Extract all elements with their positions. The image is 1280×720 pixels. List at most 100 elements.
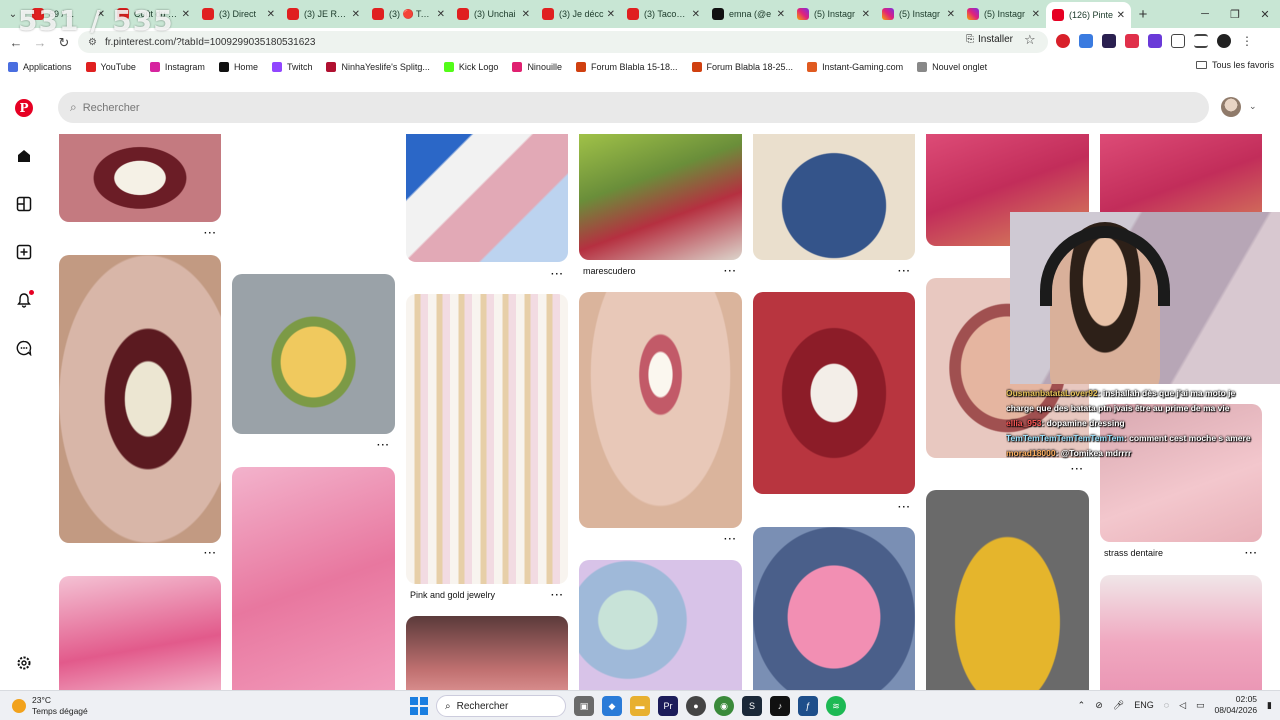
browser-tab[interactable]: (5) Instagr ✕: [961, 0, 1046, 28]
install-app-button[interactable]: ⎘ Installer: [958, 30, 1021, 48]
close-tab-icon[interactable]: ✕: [1032, 9, 1040, 20]
close-tab-icon[interactable]: ✕: [777, 9, 785, 20]
bookmark-item[interactable]: Instagram: [149, 62, 205, 72]
browser-tab[interactable]: (3) Je décc ✕: [536, 0, 621, 28]
restore-icon[interactable]: ❐: [1220, 8, 1250, 21]
browser-tab[interactable]: (5) Instagr ✕: [876, 0, 961, 28]
bookmark-item[interactable]: Applications: [8, 62, 72, 72]
back-arrow-icon[interactable]: ←: [4, 35, 28, 50]
browser-tab[interactable]: (3) 🔴 Taco ✕: [366, 0, 451, 28]
minimize-icon[interactable]: ─: [1190, 8, 1220, 20]
extension-icon[interactable]: [1102, 34, 1116, 48]
close-tab-icon[interactable]: ✕: [607, 9, 615, 20]
bookmark-item[interactable]: YouTube: [85, 62, 136, 72]
pin-image[interactable]: [59, 576, 221, 690]
bookmark-item[interactable]: Twitch: [271, 62, 312, 72]
pinterest-search-input[interactable]: ⌕ Rechercher: [58, 92, 1209, 123]
language-indicator[interactable]: ENG: [1134, 700, 1154, 710]
pin-image[interactable]: [406, 134, 568, 262]
weather-widget[interactable]: 23°C Temps dégagé: [12, 695, 88, 717]
network-icon[interactable]: ◌: [1164, 700, 1169, 710]
vpn-shield-icon[interactable]: [1148, 34, 1162, 48]
reading-list-icon[interactable]: [1194, 34, 1208, 48]
windows-start-icon[interactable]: [410, 697, 428, 715]
close-tab-icon[interactable]: ✕: [182, 9, 190, 20]
browser-tab[interactable]: (3) JE RÉPO✕: [281, 0, 366, 28]
bookmark-item[interactable]: Forum Blabla 18-25...: [691, 62, 793, 72]
more-options-icon[interactable]: ···: [724, 266, 737, 277]
clock[interactable]: 02:05 08/04/2026: [1215, 694, 1258, 716]
more-options-icon[interactable]: ···: [724, 534, 737, 545]
chrome-icon[interactable]: ◉: [714, 696, 734, 716]
pin-title[interactable]: marescudero: [583, 266, 636, 276]
task-view-icon[interactable]: ▣: [574, 696, 594, 716]
microphone-icon[interactable]: 🎤︎: [1113, 700, 1124, 711]
battery-icon[interactable]: ▭: [1196, 700, 1205, 711]
pin-image[interactable]: [579, 134, 742, 260]
wifi-off-icon[interactable]: ⊘: [1095, 700, 1103, 711]
spotify-icon[interactable]: ≋: [826, 696, 846, 716]
pin-image[interactable]: [753, 527, 915, 690]
browser-tab[interactable]: emna (@e ✕: [706, 0, 791, 28]
more-options-icon[interactable]: ···: [204, 228, 217, 239]
user-avatar[interactable]: [1221, 97, 1241, 117]
bookmark-item[interactable]: Ninouille: [512, 62, 562, 72]
close-tab-icon[interactable]: ✕: [437, 9, 445, 20]
menu-kebab-icon[interactable]: ⋮: [1240, 34, 1254, 48]
extension-icon[interactable]: [1125, 34, 1139, 48]
app-icon[interactable]: ƒ: [798, 696, 818, 716]
pin-image[interactable]: [59, 255, 221, 543]
adblock-extension-icon[interactable]: [1056, 34, 1070, 48]
pin-image[interactable]: [753, 292, 915, 494]
more-options-icon[interactable]: ···: [551, 269, 564, 280]
chevron-down-icon[interactable]: ⌄: [1249, 101, 1257, 112]
pin-title[interactable]: Pink and gold jewelry: [410, 590, 495, 600]
close-tab-icon[interactable]: ✕: [692, 9, 700, 20]
bookmark-item[interactable]: Nouvel onglet: [917, 62, 987, 72]
pinterest-logo-icon[interactable]: P: [14, 98, 34, 118]
more-options-icon[interactable]: ···: [377, 440, 390, 451]
obs-icon[interactable]: ●: [686, 696, 706, 716]
pin-image[interactable]: [1100, 575, 1262, 690]
bookmark-item[interactable]: Forum Blabla 15-18...: [575, 62, 678, 72]
close-tab-icon[interactable]: ✕: [862, 9, 870, 20]
close-tab-icon[interactable]: ✕: [1117, 10, 1125, 21]
pin-image[interactable]: [59, 134, 221, 222]
steam-icon[interactable]: S: [742, 696, 762, 716]
more-options-icon[interactable]: ···: [1071, 464, 1084, 475]
taskbar-search[interactable]: ⌕ Rechercher: [436, 695, 566, 717]
pin-image[interactable]: [406, 616, 568, 690]
pin-title[interactable]: strass dentaire: [1104, 548, 1163, 558]
translate-extension-icon[interactable]: [1079, 34, 1093, 48]
bookmark-item[interactable]: Home: [218, 62, 258, 72]
tiktok-icon[interactable]: ♪: [770, 696, 790, 716]
premiere-pro-icon[interactable]: Pr: [658, 696, 678, 716]
bookmark-item[interactable]: NinhaYeslife's Splitg...: [326, 62, 430, 72]
close-tab-icon[interactable]: ✕: [352, 9, 360, 20]
forward-arrow-icon[interactable]: →: [28, 35, 52, 50]
site-info-icon[interactable]: ⚙: [88, 37, 97, 48]
pin-image[interactable]: [232, 467, 395, 690]
more-options-icon[interactable]: ···: [204, 548, 217, 559]
close-tab-icon[interactable]: ✕: [947, 9, 955, 20]
browser-tab[interactable]: (3) Tacos T ✕: [621, 0, 706, 28]
show-hidden-icons-icon[interactable]: ⌃: [1078, 700, 1086, 711]
close-window-icon[interactable]: ✕: [1250, 8, 1280, 21]
more-options-icon[interactable]: ···: [898, 266, 911, 277]
bookmark-item[interactable]: Instant-Gaming.com: [807, 62, 903, 72]
pin-image[interactable]: [753, 134, 915, 260]
pin-image[interactable]: [406, 294, 568, 584]
close-tab-icon[interactable]: ✕: [522, 9, 530, 20]
bookmark-item[interactable]: Kick Logo: [443, 62, 498, 72]
notification-center-icon[interactable]: ▮: [1267, 700, 1272, 711]
file-explorer-icon[interactable]: ▬: [630, 696, 650, 716]
extensions-puzzle-icon[interactable]: [1171, 34, 1185, 48]
more-options-icon[interactable]: ···: [551, 590, 564, 601]
copilot-icon[interactable]: ◆: [602, 696, 622, 716]
bookmark-star-icon[interactable]: ☆: [1024, 32, 1036, 48]
volume-icon[interactable]: ◁: [1179, 700, 1186, 711]
browser-tab[interactable]: (3) Direct ✕: [196, 0, 281, 28]
browser-tab[interactable]: (3) Unchai ✕: [451, 0, 536, 28]
profile-avatar-icon[interactable]: [1217, 34, 1231, 48]
all-bookmarks-button[interactable]: Tous les favoris: [1195, 60, 1274, 70]
